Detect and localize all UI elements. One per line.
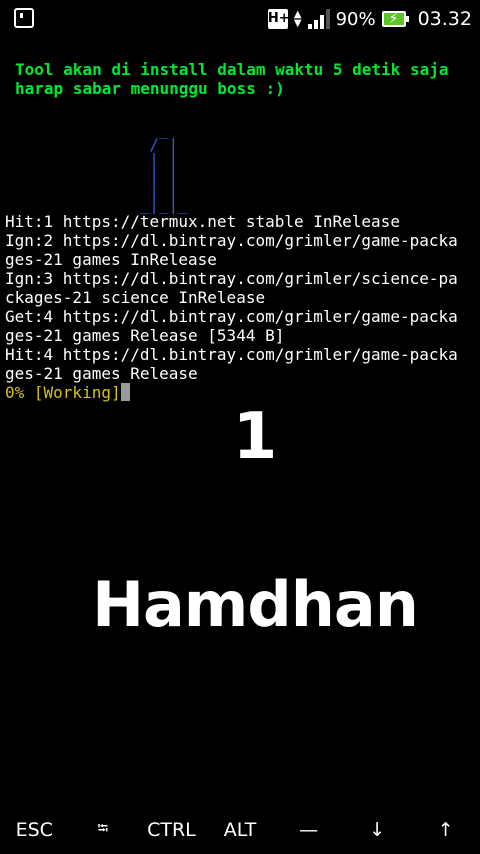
output-line: ges-21 games Release xyxy=(5,364,198,383)
notification-icon xyxy=(14,8,34,28)
arrow-down-key[interactable]: ↓ xyxy=(343,819,412,841)
output-line: Hit:1 https://termux.net stable InReleas… xyxy=(5,212,400,231)
battery-charging-icon: ⚡ xyxy=(381,11,409,27)
author-name: Hamdhan xyxy=(92,568,419,641)
network-type-icon: H+ xyxy=(267,9,290,29)
data-activity-icon: ▲ ▼ xyxy=(293,9,302,29)
signal-icon xyxy=(307,9,330,29)
output-line: Get:4 https://dl.bintray.com/grimler/gam… xyxy=(5,307,458,326)
output-line: ges-21 games Release [5344 B] xyxy=(5,326,285,345)
alt-key[interactable]: ALT xyxy=(206,819,275,841)
ctrl-key[interactable]: CTRL xyxy=(137,819,206,841)
clock: 03.32 xyxy=(417,8,472,30)
intro-line-2: harap sabar menunggu boss :) xyxy=(15,79,285,98)
arrow-up-key[interactable]: ↑ xyxy=(411,819,480,841)
extra-keys-bar: ESC ⭾ CTRL ALT — ↓ ↑ xyxy=(0,806,480,854)
ascii-art: _ / | | | | | | | _|_|_ xyxy=(139,120,188,214)
intro-line-1: Tool akan di install dalam waktu 5 detik… xyxy=(15,60,449,79)
dash-key[interactable]: — xyxy=(274,819,343,841)
output-line: Ign:2 https://dl.bintray.com/grimler/gam… xyxy=(5,231,458,250)
output-line: ckages-21 science InRelease xyxy=(5,288,266,307)
status-bar: H+ ▲ ▼ 90% ⚡ 03.32 xyxy=(0,0,480,38)
countdown-number: 1 xyxy=(232,400,278,474)
output-line: Ign:3 https://dl.bintray.com/grimler/sci… xyxy=(5,269,458,288)
status-icons: H+ ▲ ▼ 90% ⚡ 03.32 xyxy=(267,6,472,32)
output-line: ges-21 games InRelease xyxy=(5,250,217,269)
esc-key[interactable]: ESC xyxy=(0,819,69,841)
output-line: Hit:4 https://dl.bintray.com/grimler/gam… xyxy=(5,345,458,364)
tab-key[interactable]: ⭾ xyxy=(69,818,138,842)
battery-percent: 90% xyxy=(335,8,376,30)
terminal-cursor xyxy=(120,383,130,401)
